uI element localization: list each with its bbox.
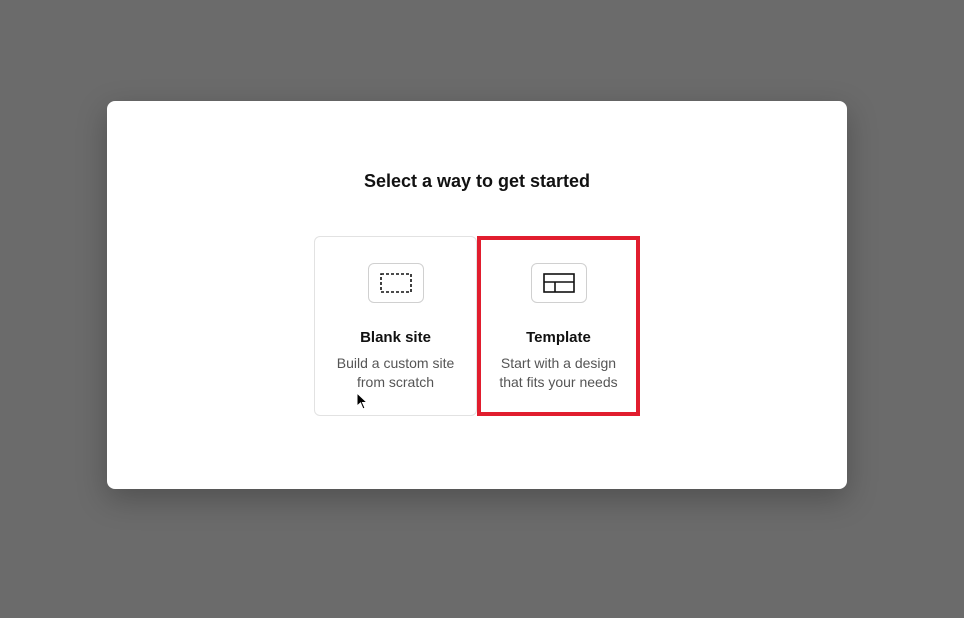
option-title: Template: [526, 329, 591, 346]
option-blank-site[interactable]: Blank site Build a custom site from scra…: [314, 236, 477, 416]
layout-template-icon: [531, 263, 587, 303]
option-description: Start with a design that fits your needs: [492, 354, 625, 392]
dashed-rectangle-icon: [368, 263, 424, 303]
option-template[interactable]: Template Start with a design that fits y…: [477, 236, 640, 416]
option-title: Blank site: [360, 329, 431, 346]
option-description: Build a custom site from scratch: [329, 354, 462, 392]
get-started-modal: Select a way to get started Blank site B…: [107, 101, 847, 489]
options-row: Blank site Build a custom site from scra…: [314, 236, 640, 416]
modal-title: Select a way to get started: [364, 171, 590, 192]
